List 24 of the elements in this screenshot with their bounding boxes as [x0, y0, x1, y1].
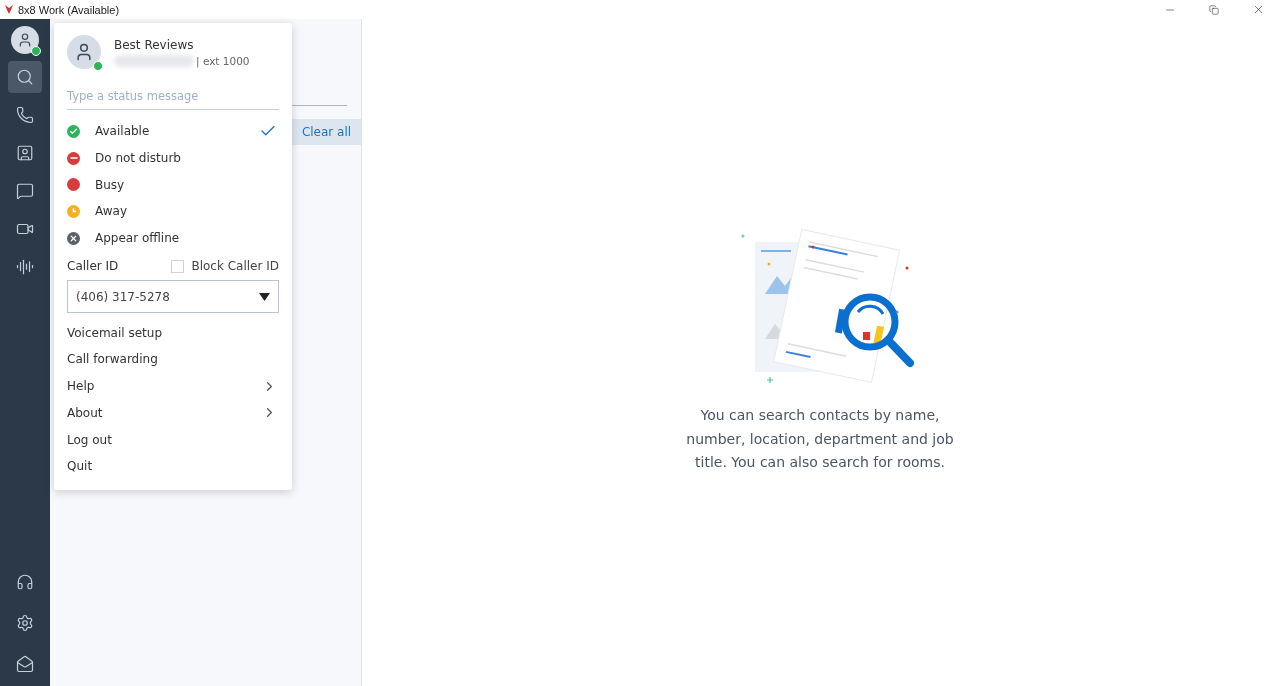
caller-id-label: Caller ID — [67, 259, 119, 274]
chat-bubble-icon — [16, 182, 34, 200]
headset-icon — [16, 573, 34, 591]
caller-id-dropdown[interactable]: (406) 317-5278 — [67, 280, 279, 314]
profile-avatar — [67, 35, 101, 69]
settings-icon — [16, 614, 34, 632]
contact-card-icon — [16, 144, 34, 162]
clear-all-button[interactable]: Clear all — [292, 119, 361, 145]
status-badge — [31, 46, 41, 56]
app-logo-icon — [4, 4, 14, 15]
restore-icon — [1209, 4, 1219, 15]
user-icon — [17, 32, 33, 48]
phone-icon — [16, 106, 34, 124]
user-name: Best Reviews — [114, 37, 195, 52]
open-envelope-icon — [16, 655, 34, 673]
profile-avatar-button[interactable] — [11, 26, 39, 54]
block-caller-id-checkbox[interactable]: Block Caller ID — [171, 259, 279, 274]
empty-state-message: You can search contacts by name, number, location, department and job title. You can also search for rooms. — [685, 406, 955, 472]
search-nav-button[interactable] — [8, 61, 42, 93]
search-icon — [16, 68, 34, 86]
window-title: 8x8 Work (Available) — [18, 3, 121, 16]
sound-wave-icon — [16, 258, 34, 276]
extension-text: | ext 1000 — [196, 54, 250, 67]
caret-icon — [259, 292, 270, 301]
